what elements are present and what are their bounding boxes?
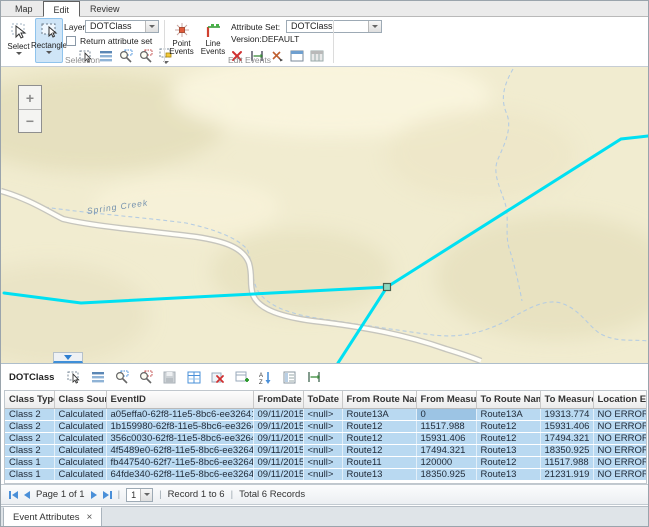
show-form-icon[interactable]: [282, 370, 297, 385]
page-indicator: Page 1 of 1: [36, 489, 85, 500]
table-row[interactable]: Class 2Calculated356c0030-62f8-11e5-8bc6…: [5, 432, 646, 444]
column-header-class-source[interactable]: Class Source: [54, 391, 106, 408]
table-row[interactable]: Class 1Calculatedfb447540-62f7-11e5-8bc6…: [5, 456, 646, 468]
panel-title: DOTClass: [9, 372, 54, 383]
tab-review[interactable]: Review: [80, 1, 130, 16]
table-row[interactable]: Class 2Calculated1b159980-62f8-11e5-8bc6…: [5, 420, 646, 432]
tab-event-attributes-label: Event Attributes: [13, 512, 80, 523]
column-header-fromdate[interactable]: FromDate: [253, 391, 303, 408]
previous-page-button[interactable]: [24, 491, 30, 499]
panel-tools: AZ: [66, 370, 321, 385]
set-measures-icon[interactable]: [306, 370, 321, 385]
rectangle-select-icon: [40, 21, 58, 41]
tab-event-attributes[interactable]: Event Attributes ×: [3, 507, 102, 527]
line-events-icon: [204, 22, 222, 40]
separator: |: [159, 489, 161, 500]
last-page-button[interactable]: [103, 491, 112, 499]
attribute-set-label: Attribute Set:: [231, 22, 280, 32]
layer-combobox[interactable]: DOTClass: [85, 20, 159, 33]
selection-group-label: Selection: [1, 55, 164, 65]
line-events-label: Line Events: [200, 40, 226, 56]
record-range-text: Record 1 to 6: [168, 489, 225, 500]
append-records-icon[interactable]: [234, 370, 249, 385]
return-attribute-set-label: Return attribute set: [80, 36, 152, 46]
close-icon[interactable]: ×: [87, 513, 93, 523]
pan-to-selected-icon[interactable]: [138, 370, 153, 385]
delete-selected-icon[interactable]: [210, 370, 225, 385]
tab-map[interactable]: Map: [5, 1, 43, 16]
ribbon: Select Rectangle Layer: DOTClass Return …: [1, 17, 648, 67]
column-header-todate[interactable]: ToDate: [303, 391, 342, 408]
pagination-bar: Page 1 of 1 | 1 | Record 1 to 6 | Total …: [1, 484, 648, 505]
column-header-to-measure[interactable]: To Measure: [540, 391, 593, 408]
tab-edit[interactable]: Edit: [43, 1, 81, 17]
select-tool-label: Select: [7, 42, 29, 51]
column-header-location-error[interactable]: Location Error: [593, 391, 646, 408]
column-header-from-route-name[interactable]: From Route Name: [342, 391, 416, 408]
next-page-button[interactable]: [91, 491, 97, 499]
attribute-set-combobox[interactable]: DOTClass: [286, 20, 382, 33]
return-attribute-set-checkbox[interactable]: [66, 36, 76, 46]
chevron-down-icon: [64, 355, 72, 360]
point-events-icon: [173, 22, 191, 40]
total-records-text: Total 6 Records: [239, 489, 305, 500]
layer-combobox-arrow-icon[interactable]: [145, 21, 158, 32]
point-events-label: Point Events: [169, 40, 195, 56]
zoom-out-button[interactable]: −: [19, 109, 41, 132]
sort-records-icon[interactable]: AZ: [258, 370, 273, 385]
open-table-icon[interactable]: [186, 370, 201, 385]
attribute-set-combobox-value: DOTClass: [287, 21, 368, 32]
select-cursor-icon: [10, 22, 28, 42]
edit-events-group-label: Edit Events: [166, 55, 333, 65]
group-separator-2: [333, 20, 334, 63]
column-header-to-route-name[interactable]: To Route Name: [476, 391, 540, 408]
table-header-row: Class Type Class Source EventID FromDate…: [5, 391, 646, 408]
show-records-icon[interactable]: [90, 370, 105, 385]
column-header-eventid[interactable]: EventID: [106, 391, 253, 408]
map-zoom-control: + −: [18, 85, 42, 133]
first-page-button[interactable]: [9, 491, 18, 499]
route-junction-marker: [384, 284, 391, 291]
ribbon-tab-bar: Map Edit Review: [1, 1, 648, 17]
group-separator: [164, 20, 165, 63]
page-select-value: 1: [127, 489, 140, 501]
svg-text:A: A: [259, 373, 263, 379]
rectangle-dropdown-caret[interactable]: [46, 51, 52, 54]
attribute-set-combobox-arrow-icon[interactable]: [368, 21, 381, 32]
svg-text:Z: Z: [259, 380, 263, 384]
rectangle-tool-label: Rectangle: [31, 41, 67, 50]
save-edits-icon[interactable]: [162, 370, 177, 385]
zoom-to-selected-icon[interactable]: [114, 370, 129, 385]
panel-collapse-button[interactable]: [53, 352, 83, 363]
version-text: Version:DEFAULT: [231, 34, 299, 44]
map-canvas[interactable]: Spring Creek + −: [1, 67, 648, 363]
bottom-tab-bar: Event Attributes ×: [1, 506, 648, 527]
table-row[interactable]: Class 2Calculated4f5489e0-62f8-11e5-8bc6…: [5, 444, 646, 456]
column-header-class-type[interactable]: Class Type: [5, 391, 54, 408]
column-header-from-measure[interactable]: From Measure: [416, 391, 476, 408]
attribute-panel-toolbar: DOTClass: [1, 363, 648, 390]
separator: |: [231, 489, 233, 500]
select-rectangle-icon[interactable]: [66, 370, 81, 385]
table-row[interactable]: Class 1Calculated64fde340-62f8-11e5-8bc6…: [5, 468, 646, 480]
table-row[interactable]: Class 2Calculateda05effa0-62f8-11e5-8bc6…: [5, 408, 646, 420]
layer-combobox-value: DOTClass: [86, 21, 145, 32]
page-select-arrow-icon[interactable]: [140, 489, 152, 501]
separator: |: [118, 489, 120, 500]
zoom-in-button[interactable]: +: [19, 86, 41, 109]
event-table-body: Class 2Calculateda05effa0-62f8-11e5-8bc6…: [5, 408, 646, 480]
page-select-combobox[interactable]: 1: [126, 488, 153, 502]
event-attribute-table: Class Type Class Source EventID FromDate…: [4, 390, 647, 484]
basemap: Spring Creek: [1, 67, 648, 363]
event-editor-window: Map Edit Review Select Rectangle Layer: …: [0, 0, 649, 527]
